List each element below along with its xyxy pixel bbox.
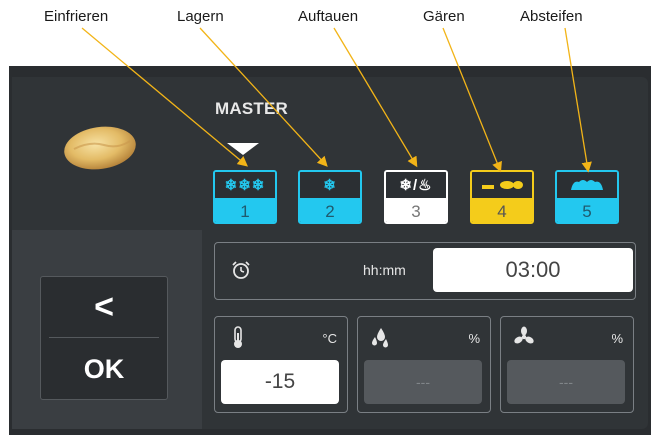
fan-icon (514, 326, 534, 344)
humidity-drops-icon (372, 328, 388, 348)
program-button-1[interactable]: ❄❄❄ 1 (213, 170, 277, 224)
triple-snowflake-icon: ❄❄❄ (215, 172, 275, 198)
program-number: 2 (300, 198, 360, 222)
annotation-einfrieren: Einfrieren (44, 8, 109, 25)
annotation-lagern: Lagern (177, 8, 224, 25)
timer-value-field[interactable]: 03:00 (433, 248, 633, 292)
fan-value-field[interactable]: --- (507, 360, 625, 404)
program-number: 5 (557, 198, 617, 222)
humidity-unit: % (468, 331, 480, 346)
selection-arrow-icon (227, 143, 259, 155)
proofing-icon (472, 172, 532, 198)
navigation-buttons: < OK (40, 276, 168, 400)
program-number: 1 (215, 198, 275, 222)
program-button-4[interactable]: 4 (470, 170, 534, 224)
temperature-unit: °C (322, 331, 337, 346)
master-label: MASTER (215, 99, 288, 118)
thaw-icon: ❄/♨ (386, 172, 446, 198)
ok-button[interactable]: OK (41, 338, 167, 400)
humidity-value-field[interactable]: --- (364, 360, 482, 404)
back-button[interactable]: < (41, 277, 167, 337)
program-button-5[interactable]: 5 (555, 170, 619, 224)
timer-unit-label: hh:mm (363, 262, 406, 278)
program-number: 4 (472, 198, 532, 222)
fan-unit: % (611, 331, 623, 346)
bake-off-icon (557, 172, 617, 198)
fan-box: % --- (500, 316, 634, 413)
annotation-auftauen: Auftauen (298, 8, 359, 25)
program-button-2[interactable]: ❄ 2 (298, 170, 362, 224)
bread-roll-image (64, 126, 136, 170)
snowflake-icon: ❄ (300, 172, 360, 198)
thermometer-icon (234, 326, 242, 348)
temperature-value-field[interactable]: -15 (221, 360, 339, 404)
annotation-gaeren: Gären (423, 8, 465, 25)
program-number: 3 (386, 198, 446, 222)
temperature-box: °C -15 (214, 316, 348, 413)
timer-row: hh:mm 03:00 (214, 242, 636, 300)
annotation-absteifen: Absteifen (520, 8, 583, 25)
alarm-clock-icon (232, 261, 250, 279)
program-button-3[interactable]: ❄/♨ 3 (384, 170, 448, 224)
humidity-box: % --- (357, 316, 491, 413)
